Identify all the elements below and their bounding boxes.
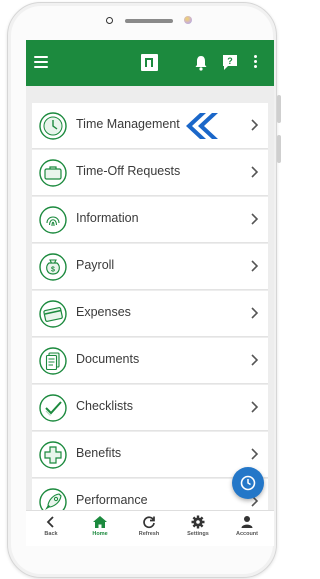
menu-list: Time Management Time-Off Requests Inform… — [32, 103, 268, 526]
svg-text:$: $ — [51, 267, 55, 274]
medical-cross-icon — [39, 441, 67, 469]
phone-volume-button — [277, 95, 281, 123]
nav-label: Back — [44, 531, 58, 537]
menu-item-label: Documents — [76, 352, 140, 366]
clock-fab-button[interactable] — [232, 467, 264, 499]
chevron-left-icon — [46, 516, 54, 528]
front-camera — [106, 17, 113, 24]
app-header: ? — [26, 40, 274, 86]
menu-item-label: Time-Off Requests — [76, 164, 181, 178]
bottom-nav: Back Home Refresh Settings Account — [26, 510, 274, 546]
menu-item-label: Benefits — [76, 446, 122, 460]
gear-icon — [191, 515, 205, 529]
phone-sensor — [184, 16, 192, 24]
bell-icon[interactable] — [194, 54, 208, 72]
chevron-right-icon — [251, 401, 259, 413]
menu-item-checklists[interactable]: Checklists — [32, 385, 268, 431]
double-chevron-left-icon — [186, 113, 218, 139]
person-icon — [241, 516, 253, 528]
phone-power-button — [277, 135, 281, 163]
refresh-icon — [143, 516, 155, 529]
menu-item-payroll[interactable]: $ Payroll — [32, 244, 268, 290]
chevron-right-icon — [251, 448, 259, 460]
chevron-right-icon — [251, 260, 259, 272]
menu-item-label: Payroll — [76, 258, 115, 272]
clock-icon — [39, 112, 67, 140]
checklist-icon — [39, 394, 67, 422]
nav-label: Account — [236, 531, 258, 537]
menu-item-label: Expenses — [76, 305, 131, 319]
chevron-right-icon — [251, 213, 259, 225]
chevron-right-icon — [251, 119, 259, 131]
money-bag-icon: $ — [39, 253, 67, 281]
menu-item-information[interactable]: Information — [32, 197, 268, 243]
more-vert-icon[interactable] — [252, 55, 258, 71]
suitcase-icon — [39, 159, 67, 187]
nav-settings[interactable]: Settings — [174, 513, 222, 546]
menu-item-label: Time Management — [76, 117, 180, 131]
nav-back[interactable]: Back — [27, 513, 75, 546]
chevron-right-icon — [251, 166, 259, 178]
menu-item-benefits[interactable]: Benefits — [32, 432, 268, 478]
menu-item-label: Performance — [76, 493, 148, 507]
nav-label: Home — [92, 531, 108, 537]
fingerprint-icon — [39, 206, 67, 234]
hamburger-icon[interactable] — [34, 56, 48, 68]
chevron-right-icon — [251, 354, 259, 366]
help-chat-icon[interactable]: ? — [222, 54, 238, 71]
home-icon — [93, 516, 107, 528]
nav-label: Refresh — [138, 531, 160, 537]
svg-text:?: ? — [227, 56, 233, 66]
credit-card-icon — [39, 300, 67, 328]
clock-icon — [240, 475, 256, 491]
menu-item-time-off-requests[interactable]: Time-Off Requests — [32, 150, 268, 196]
nav-home[interactable]: Home — [76, 513, 124, 546]
chevron-right-icon — [251, 307, 259, 319]
nav-account[interactable]: Account — [223, 513, 271, 546]
menu-item-time-management[interactable]: Time Management — [32, 103, 268, 149]
menu-item-documents[interactable]: Documents — [32, 338, 268, 384]
nav-refresh[interactable]: Refresh — [125, 513, 173, 546]
app-screen: ? Time Management Time-Off Requests Info… — [26, 40, 274, 546]
menu-item-label: Information — [76, 211, 139, 225]
nav-label: Settings — [187, 531, 209, 537]
menu-item-label: Checklists — [76, 399, 133, 413]
phone-speaker — [125, 19, 173, 23]
app-logo — [141, 54, 158, 71]
menu-item-expenses[interactable]: Expenses — [32, 291, 268, 337]
documents-icon — [39, 347, 67, 375]
